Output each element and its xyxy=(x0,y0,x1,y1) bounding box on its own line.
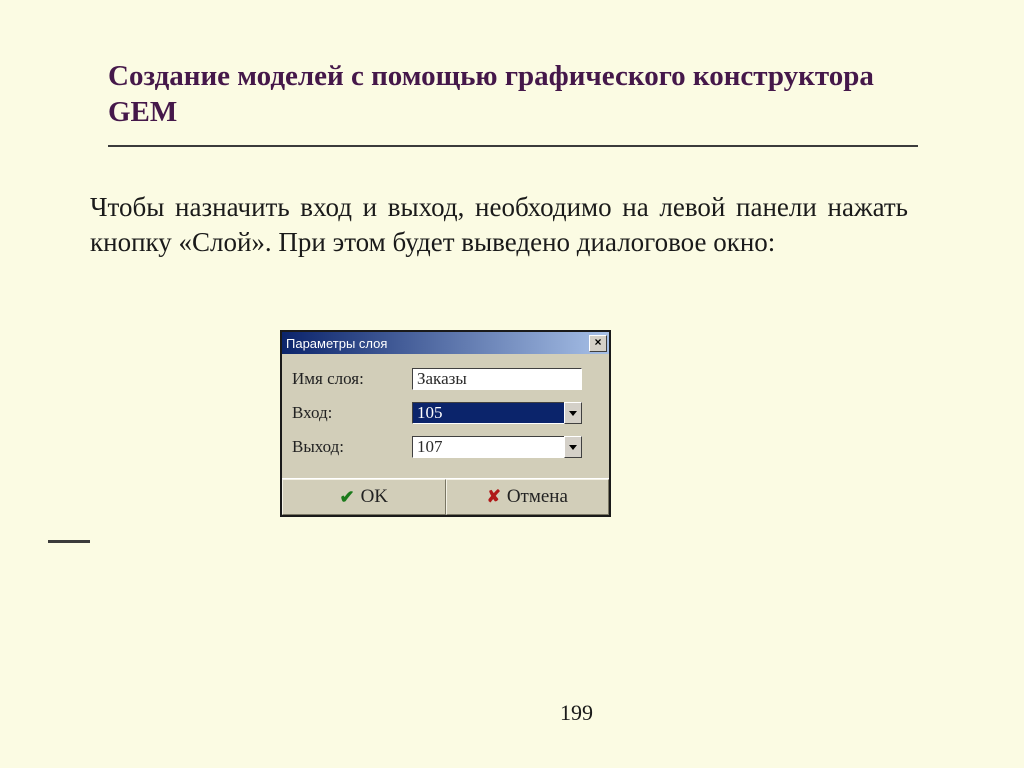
input-layer-name[interactable]: Заказы xyxy=(412,368,582,390)
row-output: Выход: 107 xyxy=(292,436,599,458)
dialog-titlebar[interactable]: Параметры слоя × xyxy=(282,332,609,354)
combo-output-dropdown-button[interactable] xyxy=(564,436,582,458)
slide-title: Создание моделей с помощью графического … xyxy=(108,58,918,131)
accent-bar xyxy=(48,540,90,543)
layer-params-dialog: Параметры слоя × Имя слоя: Заказы Вход: … xyxy=(280,330,611,517)
dialog-body: Имя слоя: Заказы Вход: 105 Выход: 107 xyxy=(282,354,609,478)
dialog-button-row: ✔ OK ✘ Отмена xyxy=(282,478,609,515)
label-layer-name: Имя слоя: xyxy=(292,369,412,389)
ok-button-label: OK xyxy=(361,486,388,508)
combo-input[interactable]: 105 xyxy=(412,402,582,424)
ok-button[interactable]: ✔ OK xyxy=(282,479,446,515)
chevron-down-icon xyxy=(569,411,577,416)
slide-body-text: Чтобы назначить вход и выход, необходимо… xyxy=(90,190,908,259)
cancel-button-label: Отмена xyxy=(507,486,568,508)
slide: Создание моделей с помощью графического … xyxy=(0,0,1024,768)
title-underline xyxy=(108,145,918,147)
dialog-title: Параметры слоя xyxy=(286,336,387,351)
label-input: Вход: xyxy=(292,403,412,423)
close-icon: × xyxy=(594,335,601,349)
close-button[interactable]: × xyxy=(589,335,607,352)
combo-output[interactable]: 107 xyxy=(412,436,582,458)
row-input: Вход: 105 xyxy=(292,402,599,424)
combo-input-value[interactable]: 105 xyxy=(412,402,564,424)
chevron-down-icon xyxy=(569,445,577,450)
cancel-button[interactable]: ✘ Отмена xyxy=(446,479,610,515)
combo-input-dropdown-button[interactable] xyxy=(564,402,582,424)
label-output: Выход: xyxy=(292,437,412,457)
check-icon: ✔ xyxy=(339,487,354,508)
row-layer-name: Имя слоя: Заказы xyxy=(292,368,599,390)
page-number: 199 xyxy=(560,700,593,726)
combo-output-value[interactable]: 107 xyxy=(412,436,564,458)
title-block: Создание моделей с помощью графического … xyxy=(108,58,918,147)
x-icon: ✘ xyxy=(487,487,501,507)
